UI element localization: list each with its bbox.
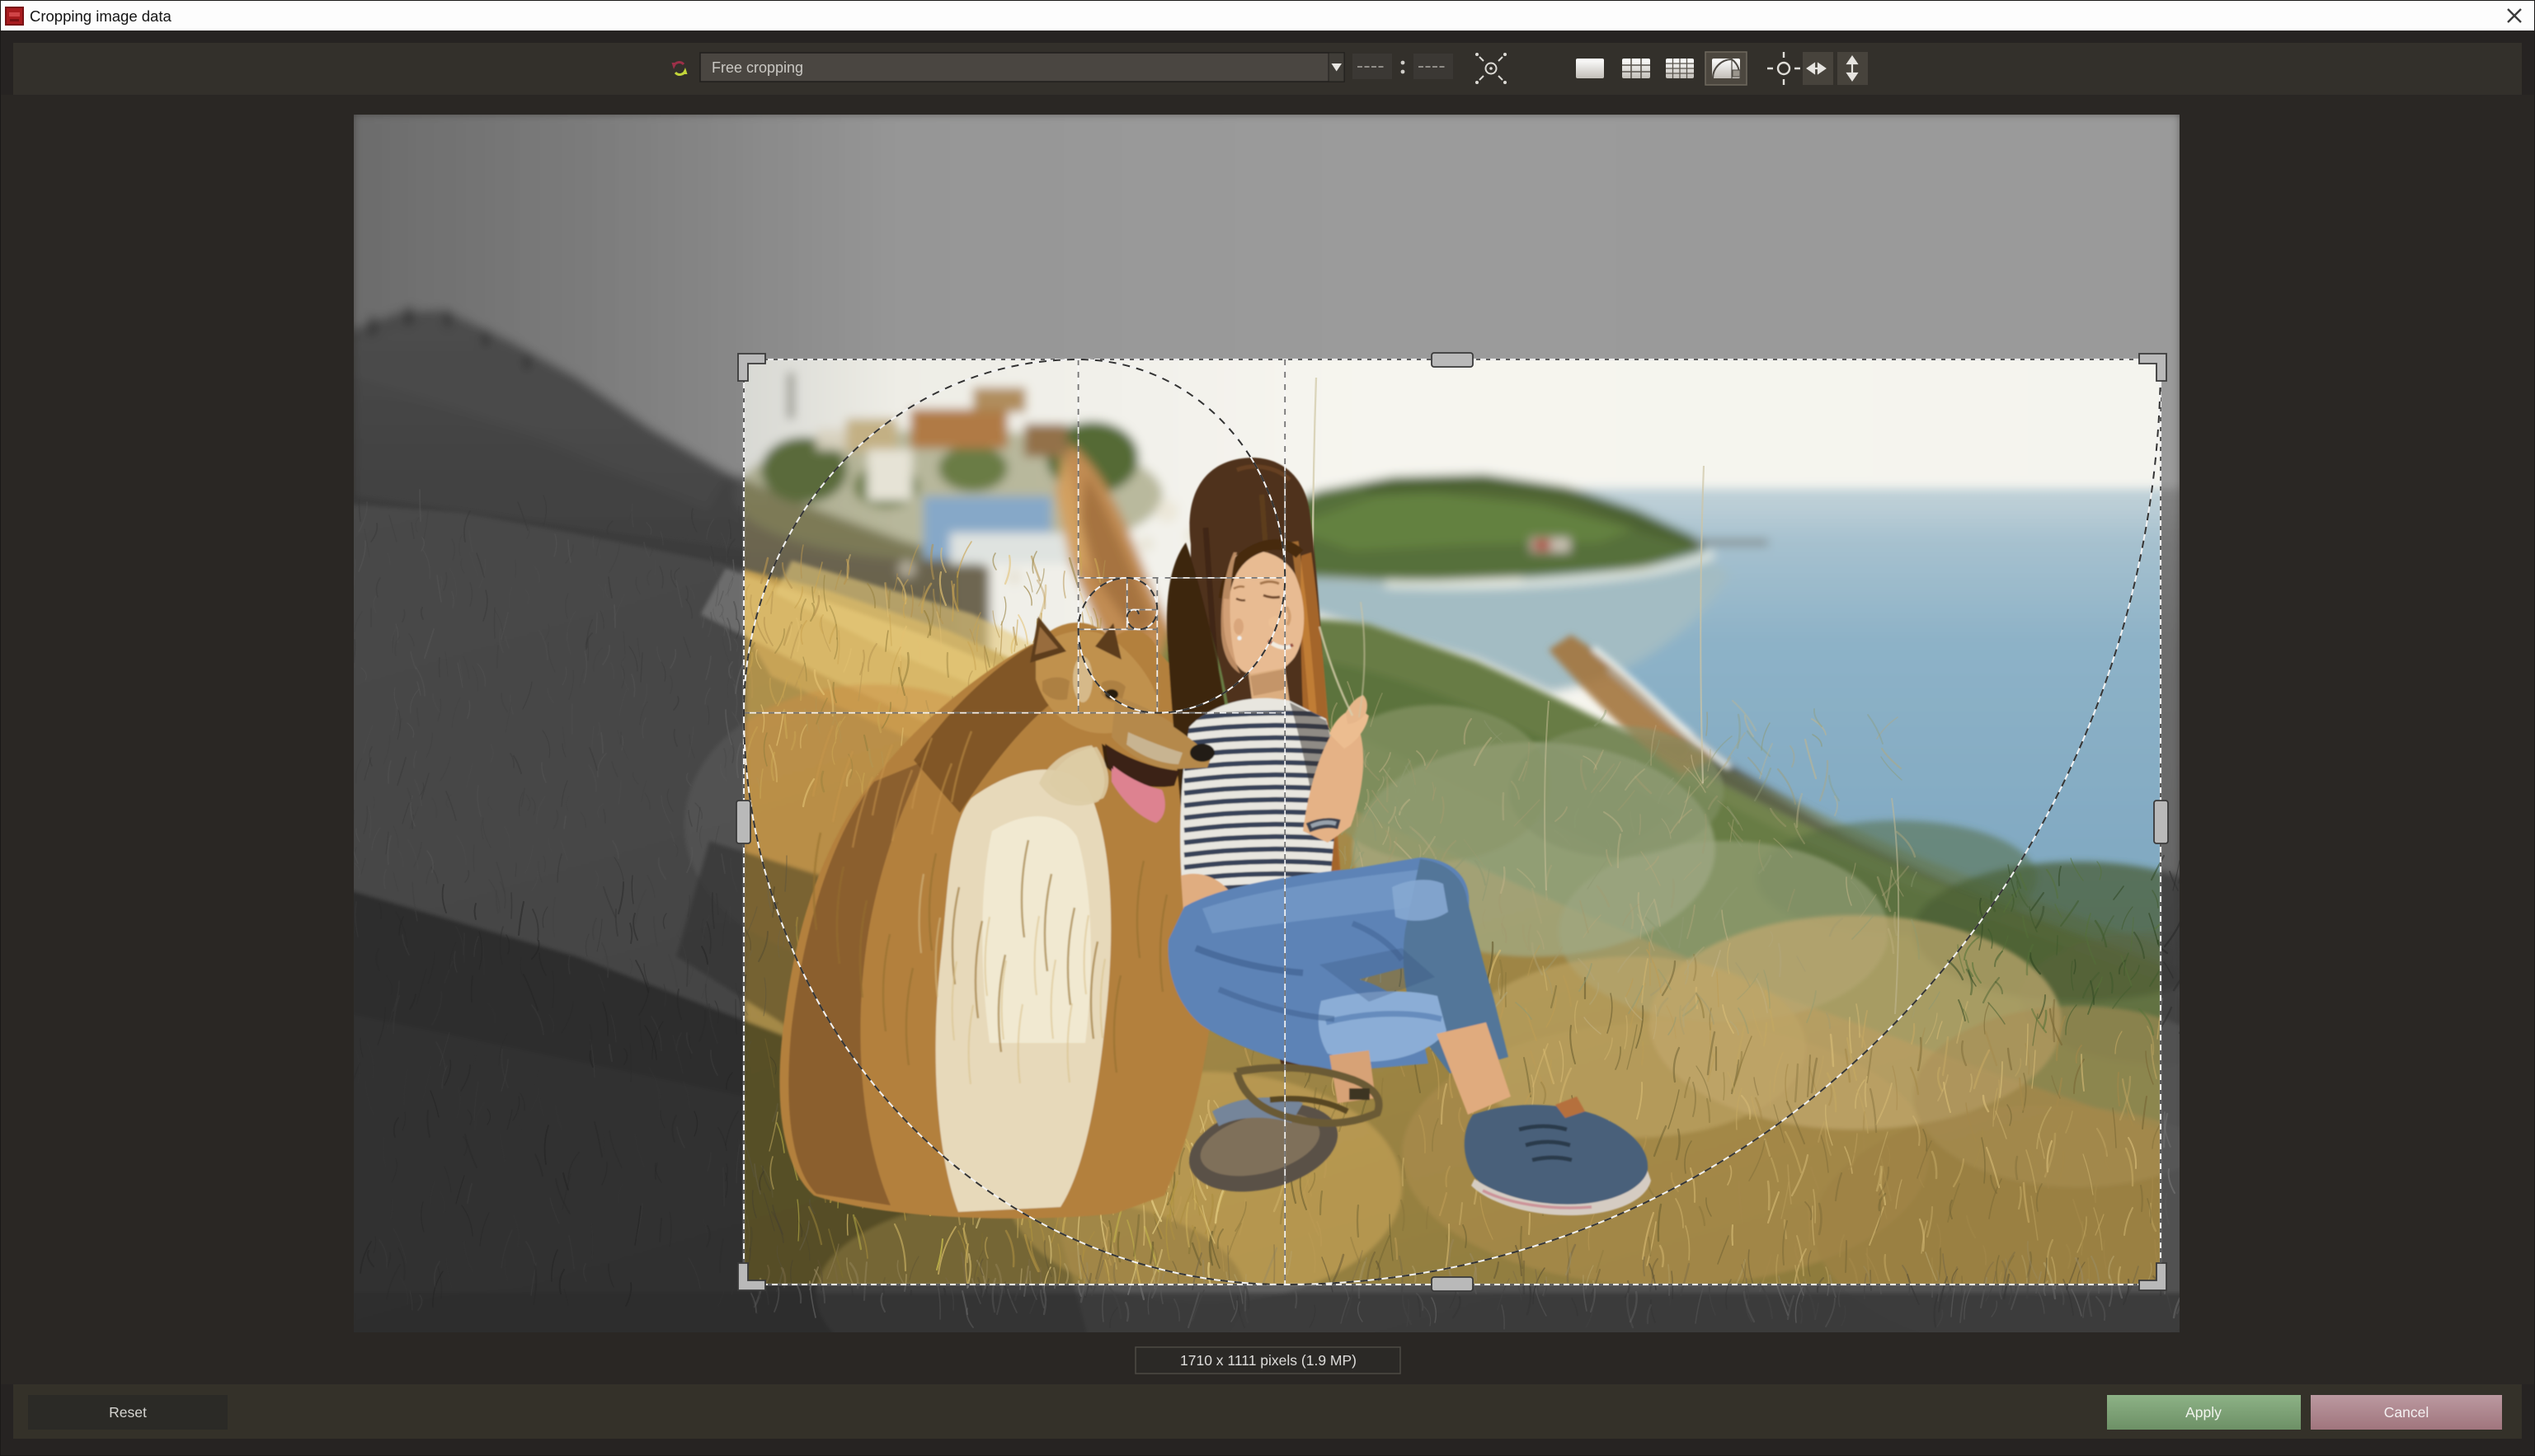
svg-text:Reset: Reset xyxy=(109,1404,147,1421)
svg-text:Cancel: Cancel xyxy=(2384,1404,2429,1421)
svg-text:1710 x 1111 pixels (1.9 MP): 1710 x 1111 pixels (1.9 MP) xyxy=(1180,1352,1357,1369)
svg-text:Apply: Apply xyxy=(2185,1404,2222,1421)
svg-text:Free cropping: Free cropping xyxy=(712,59,803,76)
svg-text:Cropping image data: Cropping image data xyxy=(30,7,172,25)
